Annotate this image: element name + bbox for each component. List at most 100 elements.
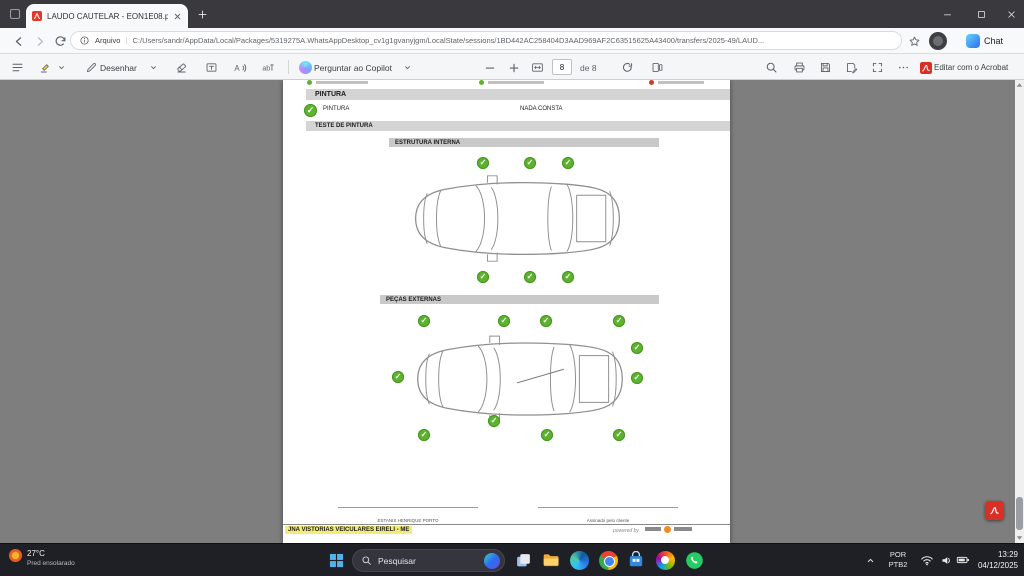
- task-view-button[interactable]: [512, 549, 534, 571]
- print-icon[interactable]: [792, 60, 807, 75]
- tab-close-icon[interactable]: [173, 12, 182, 21]
- forward-button[interactable]: [32, 33, 48, 49]
- add-text-icon[interactable]: [204, 60, 219, 75]
- draw-label[interactable]: Desenhar: [100, 63, 137, 73]
- language-indicator[interactable]: POR PTB2: [884, 550, 912, 570]
- scrollbar-thumb[interactable]: [1016, 497, 1023, 530]
- workspaces-icon[interactable]: [7, 6, 23, 22]
- pdf-page: PINTURA PINTURA NADA CONSTA TESTE DE PIN…: [283, 80, 730, 543]
- minimize-button[interactable]: [934, 0, 960, 28]
- weather-condition: Pred ensolarado: [27, 559, 75, 568]
- scroll-down-icon[interactable]: [1015, 533, 1024, 543]
- search-icon: [361, 555, 372, 566]
- powered-by-label: powered by: [613, 528, 639, 534]
- edge-button[interactable]: [568, 549, 590, 571]
- zoom-in-icon[interactable]: [506, 60, 521, 75]
- store-icon: [627, 551, 645, 569]
- scroll-up-icon[interactable]: [1015, 80, 1024, 90]
- save-as-icon[interactable]: [844, 60, 859, 75]
- store-button[interactable]: [625, 549, 647, 571]
- whatsapp-button[interactable]: [683, 549, 705, 571]
- section-title: PEÇAS EXTERNAS: [386, 297, 441, 303]
- search-highlight-image[interactable]: [484, 553, 500, 569]
- check-icon: [562, 157, 574, 169]
- browser-tab[interactable]: LAUDO CAUTELAR - EON1E08.pdf: [26, 4, 188, 28]
- pdf-toolbar: Desenhar A ab Perguntar ao Copilot: [0, 54, 1024, 80]
- search-icon[interactable]: [764, 60, 779, 75]
- maximize-button[interactable]: [968, 0, 994, 28]
- acrobat-fab-button[interactable]: [985, 501, 1004, 520]
- photos-button[interactable]: [654, 549, 676, 571]
- draw-pen-icon[interactable]: [84, 60, 99, 75]
- page-view-icon[interactable]: [650, 60, 665, 75]
- fit-to-width-icon[interactable]: [530, 60, 545, 75]
- weather-temp: 27°C: [27, 548, 75, 559]
- status-text: [488, 81, 544, 84]
- section-title: PINTURA: [315, 91, 346, 98]
- translate-icon[interactable]: ab: [260, 60, 275, 75]
- status-dot-green-icon: [479, 80, 484, 85]
- check-icon: [498, 315, 510, 327]
- pdf-viewport: PINTURA PINTURA NADA CONSTA TESTE DE PIN…: [0, 80, 1024, 543]
- close-button[interactable]: [998, 0, 1024, 28]
- battery-icon: [956, 553, 970, 567]
- clock-widget[interactable]: 13:29 04/12/2025: [970, 549, 1018, 571]
- copilot-icon[interactable]: [298, 60, 313, 75]
- whatsapp-icon: [685, 551, 704, 570]
- tray-expand-button[interactable]: [862, 549, 878, 571]
- table-of-contents-icon[interactable]: [10, 60, 25, 75]
- check-icon: [418, 315, 430, 327]
- copilot-caret-icon[interactable]: [400, 60, 415, 75]
- url-scheme-label: Arquivo: [95, 36, 120, 45]
- status-text: [658, 81, 704, 84]
- check-icon: [524, 271, 536, 283]
- volume-button[interactable]: [937, 549, 955, 571]
- wifi-button[interactable]: [918, 549, 936, 571]
- save-icon[interactable]: [818, 60, 833, 75]
- clock-date: 04/12/2025: [970, 560, 1018, 571]
- highlighter-caret-icon[interactable]: [54, 60, 69, 75]
- taskbar-search[interactable]: Pesquisar: [352, 549, 505, 572]
- weather-icon: [8, 548, 23, 563]
- acrobat-icon[interactable]: [918, 60, 933, 75]
- rotate-icon[interactable]: [620, 60, 635, 75]
- check-icon: [562, 271, 574, 283]
- profile-avatar[interactable]: [929, 32, 947, 50]
- page-number-input[interactable]: [552, 59, 572, 75]
- file-explorer-button[interactable]: [540, 549, 562, 571]
- vendor-logo: [674, 527, 692, 531]
- new-tab-button[interactable]: [194, 6, 210, 22]
- status-text: [316, 81, 368, 84]
- car-top-view-drawing: [408, 330, 632, 428]
- more-options-icon[interactable]: [896, 60, 911, 75]
- check-icon: [488, 415, 500, 427]
- back-button[interactable]: [10, 33, 26, 49]
- zoom-out-icon[interactable]: [482, 60, 497, 75]
- wifi-icon: [920, 553, 934, 567]
- eraser-icon[interactable]: [174, 60, 189, 75]
- check-icon: [304, 104, 317, 117]
- fullscreen-icon[interactable]: [870, 60, 885, 75]
- edit-with-acrobat-label[interactable]: Editar com o Acrobat: [934, 63, 1008, 72]
- favorites-icon[interactable]: [906, 33, 922, 49]
- copilot-label[interactable]: Perguntar ao Copilot: [314, 63, 392, 73]
- read-aloud-icon[interactable]: A: [232, 60, 247, 75]
- chrome-button[interactable]: [597, 549, 619, 571]
- highlighter-icon[interactable]: [38, 60, 53, 75]
- task-view-icon: [515, 552, 532, 569]
- svg-text:A: A: [234, 64, 240, 73]
- tab-title: LAUDO CAUTELAR - EON1E08.pdf: [47, 12, 168, 21]
- diagram-internal: [389, 147, 659, 297]
- section-header-pintura: PINTURA: [306, 89, 730, 100]
- draw-caret-icon[interactable]: [146, 60, 161, 75]
- chat-button[interactable]: Chat: [966, 32, 1003, 50]
- scrollbar[interactable]: [1015, 80, 1024, 543]
- start-button[interactable]: [325, 549, 347, 571]
- weather-widget[interactable]: 27°C Pred ensolarado: [8, 548, 75, 568]
- info-icon[interactable]: [79, 35, 90, 46]
- signature-label: Assinado pelo cliente: [587, 518, 630, 523]
- refresh-button[interactable]: [52, 33, 68, 49]
- car-top-view-drawing: [405, 170, 630, 267]
- address-bar[interactable]: Arquivo | C:/Users/sandr/AppData/Local/P…: [70, 31, 902, 50]
- language-line1: POR: [884, 550, 912, 560]
